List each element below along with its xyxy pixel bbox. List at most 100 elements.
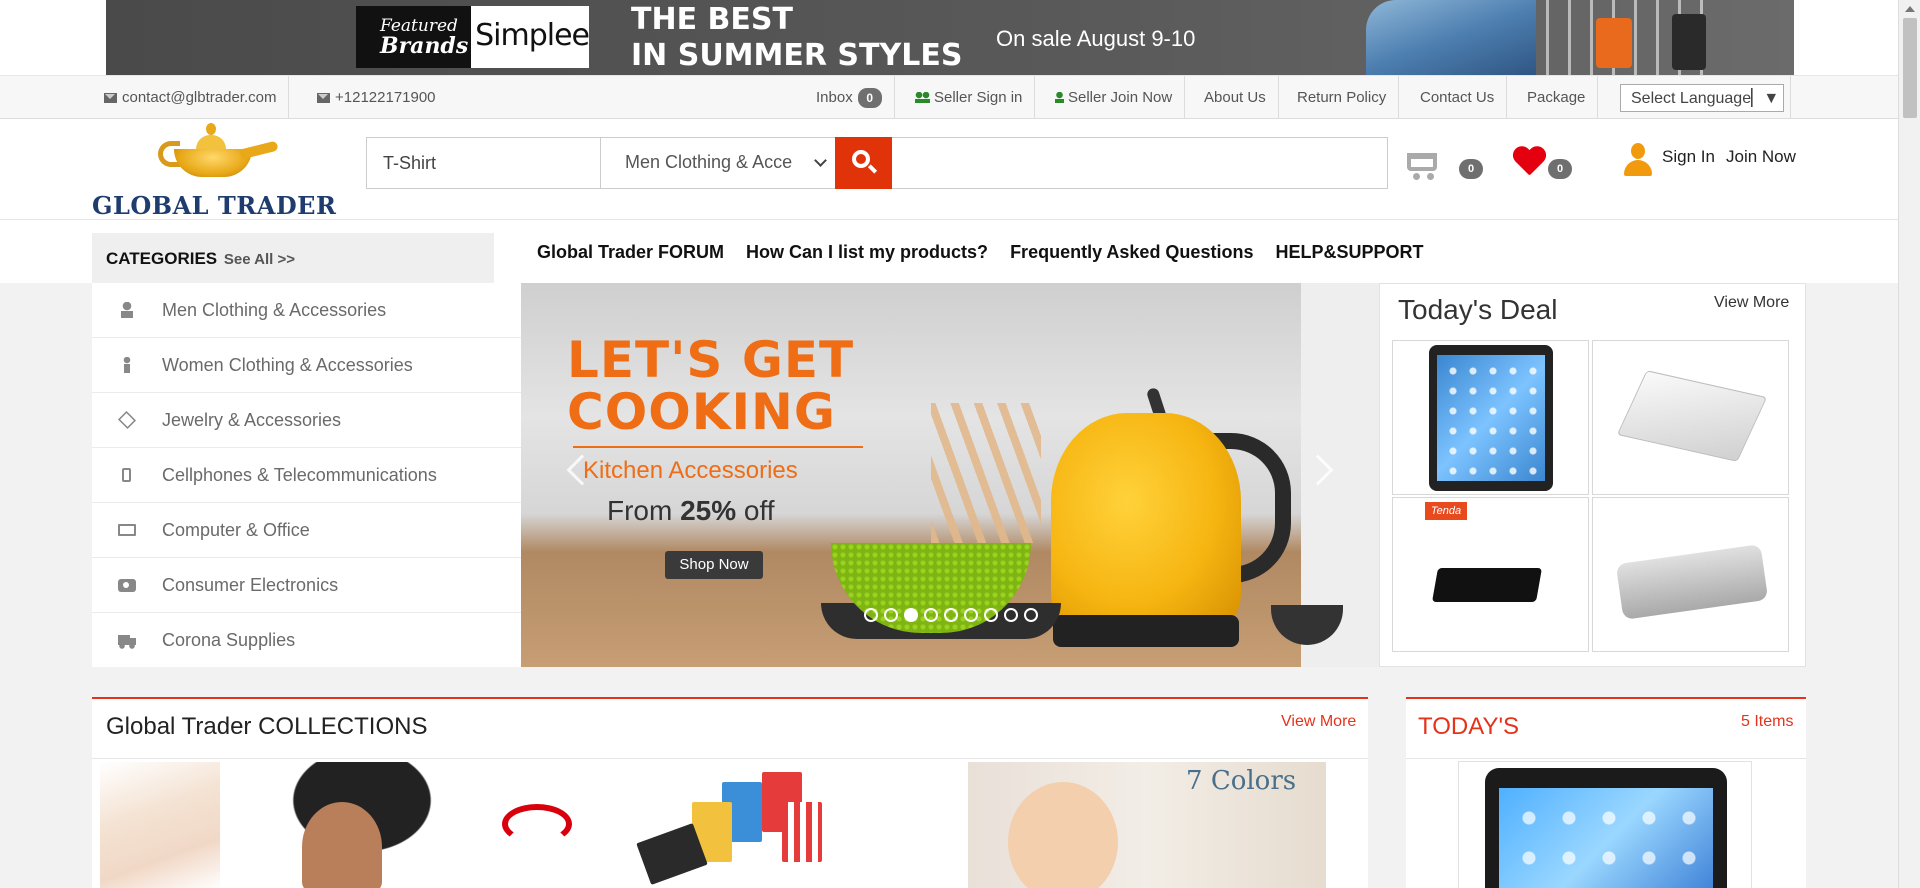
diamond-icon [117,410,137,430]
promo-headline-line1: THE BEST [631,2,793,37]
seller-signin-link[interactable]: Seller Sign in [903,76,1036,119]
promo-headline-line2: IN SUMMER STYLES [631,38,963,73]
nav-list-products[interactable]: How Can I list my products? [746,242,988,263]
categories-header: CATEGORIES See All >> [92,233,494,283]
wooden-spoons-image [931,403,1041,543]
envelope-icon [104,92,117,103]
todays-deal-view-more[interactable]: View More [1714,294,1789,312]
collection-legs-image[interactable] [100,762,220,888]
female-icon [118,357,136,373]
contact-email[interactable]: contact@glbtrader.com [92,76,290,119]
scrollbar-thumb[interactable] [1903,18,1917,118]
contact-us-label: Contact Us [1420,89,1495,106]
todays-panel-title: TODAY'S [1418,713,1520,740]
join-now-link[interactable]: Join Now [1726,147,1796,167]
contact-phone[interactable]: +12122171900 [305,76,448,119]
category-sidebar: Men Clothing & Accessories Women Clothin… [92,283,521,667]
slider-dot[interactable] [864,608,878,622]
slider-dot[interactable] [884,608,898,622]
brands-label: Brands [380,33,469,59]
hero-slider[interactable]: LET'S GET COOKING Kitchen Accessories Fr… [521,283,1379,667]
tenda-logo: Tenda [1425,502,1467,520]
promo-banner[interactable]: Featured Brands Simplee THE BEST IN SUMM… [106,0,1794,75]
inbox-label: Inbox [816,89,853,106]
todays-deal-panel: Today's Deal View More Tenda [1379,283,1806,667]
slider-dot[interactable] [1004,608,1018,622]
seven-colors-label: 7 Colors [1186,766,1297,796]
see-all-categories-link[interactable]: See All >> [224,251,295,268]
slider-dot[interactable] [964,608,978,622]
shop-now-button[interactable]: Shop Now [665,551,763,579]
deal-product-tablet[interactable] [1392,340,1589,495]
collections-header: Global Trader COLLECTIONS View More [92,699,1368,759]
hero-headline-line2: COOKING [567,383,836,441]
magic-lamp-icon [152,119,279,181]
deal-product-speaker[interactable] [1592,497,1789,652]
promo-orange-jar-image [1596,18,1632,68]
category-men-clothing[interactable]: Men Clothing & Accessories [92,283,521,338]
collections-section: Global Trader COLLECTIONS View More 7 Co… [92,697,1368,888]
collection-ring-image[interactable] [502,804,572,844]
hero-offer: From 25% off [607,495,775,526]
about-us-link[interactable]: About Us [1192,76,1279,119]
cart-button[interactable]: 0 [1405,147,1485,187]
slider-dot[interactable] [984,608,998,622]
category-corona-supplies[interactable]: Corona Supplies [92,613,521,668]
category-consumer-electronics[interactable]: Consumer Electronics [92,558,521,613]
camera-icon [118,578,136,592]
slider-dot[interactable] [924,608,938,622]
search-category-select[interactable]: Men Clothing & Acce [601,138,835,188]
search-input[interactable] [367,138,601,188]
hero-offer-value: 25% [680,495,737,526]
scroll-up-arrow-icon[interactable] [1905,6,1915,12]
todays-panel: TODAY'S 5 Items [1406,697,1806,888]
collection-woman-image[interactable] [282,762,482,888]
todays-product-tablet[interactable] [1458,761,1752,888]
collections-view-more[interactable]: View More [1281,713,1356,731]
seller-join-link[interactable]: Seller Join Now [1043,76,1186,119]
search-button[interactable] [835,137,892,189]
inbox-link[interactable]: Inbox 0 [804,76,895,119]
nav-help-support[interactable]: HELP&SUPPORT [1275,242,1423,263]
nav-forum[interactable]: Global Trader FORUM [537,242,724,263]
category-cellphones[interactable]: Cellphones & Telecommunications [92,448,521,503]
deal-product-router[interactable]: Tenda [1392,497,1589,652]
todays-panel-header: TODAY'S 5 Items [1406,699,1806,759]
contact-us-link[interactable]: Contact Us [1408,76,1508,119]
slider-dot[interactable] [904,608,918,622]
slider-dot[interactable] [1024,608,1038,622]
slider-dot[interactable] [944,608,958,622]
categories-title: CATEGORIES [106,249,218,268]
hero-divider [573,446,863,448]
ambulance-icon [118,632,136,649]
collection-girl-dresses-image[interactable]: 7 Colors [968,762,1326,888]
nav-faq[interactable]: Frequently Asked Questions [1010,242,1253,263]
page-scrollbar[interactable] [1898,0,1920,888]
user-icon [1055,92,1064,103]
category-nav-row: CATEGORIES See All >> Global Trader FORU… [0,220,1898,283]
mobile-phone-icon [122,468,131,482]
site-logo[interactable]: GLOBAL TRADER [92,119,336,220]
search-category-value: Men Clothing & Acce [625,152,793,172]
hero-subtitle: Kitchen Accessories [583,457,798,484]
promo-headline: THE BEST IN SUMMER STYLES [631,2,962,74]
return-policy-link[interactable]: Return Policy [1285,76,1400,119]
tablet-image [1485,768,1727,888]
top-info-bar: contact@glbtrader.com +12122171900 Inbox… [0,75,1898,119]
wishlist-button[interactable]: 0 [1510,147,1590,187]
category-label: Men Clothing & Accessories [162,299,387,320]
todays-deal-title: Today's Deal [1398,294,1558,325]
language-select[interactable]: Select Language▏▼ [1620,84,1784,112]
account-user-icon[interactable] [1624,143,1652,177]
category-women-clothing[interactable]: Women Clothing & Accessories [92,338,521,393]
package-link[interactable]: Package [1515,76,1599,119]
sign-in-link[interactable]: Sign In [1662,147,1715,167]
category-jewelry[interactable]: Jewelry & Accessories [92,393,521,448]
simplee-brand-name: Simplee [475,18,590,53]
category-computer-office[interactable]: Computer & Office [92,503,521,558]
featured-brands-box: Featured Brands Simplee [356,6,590,68]
collection-shopping-bags-image[interactable] [632,762,852,888]
user-icon [118,302,136,318]
inbox-count-badge: 0 [857,87,882,108]
deal-product-switch[interactable] [1592,340,1789,495]
